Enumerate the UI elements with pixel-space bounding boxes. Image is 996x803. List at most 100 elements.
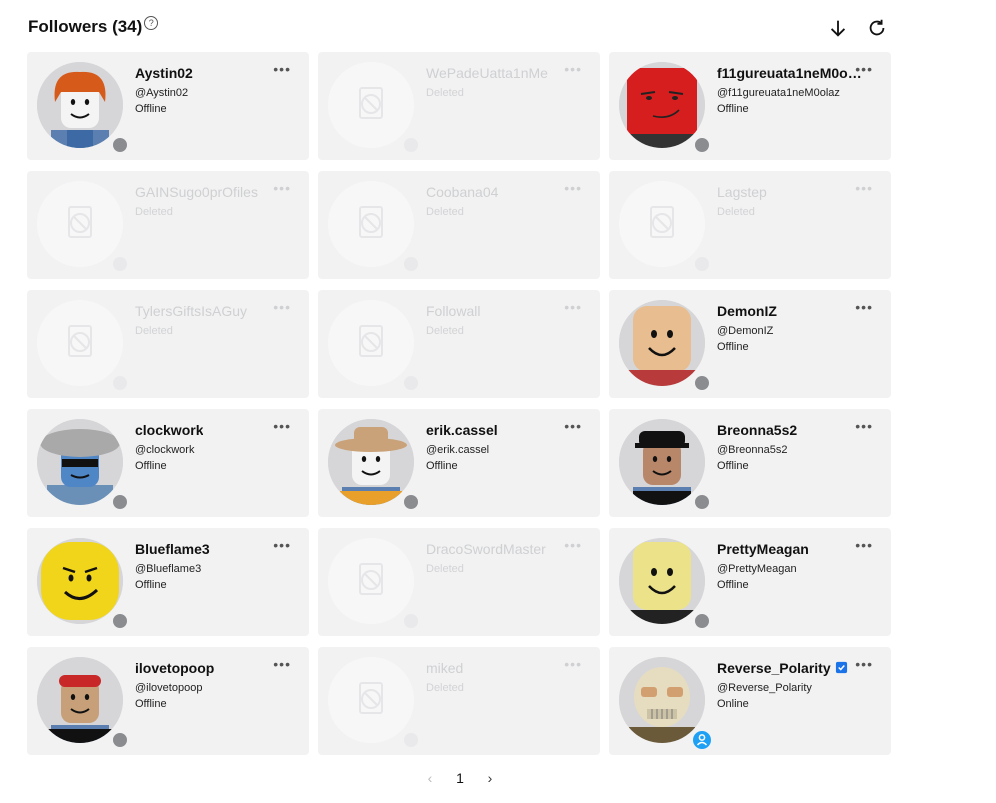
avatar[interactable] bbox=[619, 538, 705, 624]
deleted-avatar-icon[interactable] bbox=[37, 181, 123, 267]
more-options-icon[interactable]: ••• bbox=[855, 657, 873, 671]
avatar[interactable] bbox=[37, 419, 123, 505]
avatar-container bbox=[37, 419, 129, 511]
deleted-avatar-icon[interactable] bbox=[328, 181, 414, 267]
next-page-button[interactable]: › bbox=[480, 768, 500, 788]
deleted-avatar-icon[interactable] bbox=[328, 538, 414, 624]
avatar-container bbox=[328, 62, 420, 154]
followers-grid: Aystin02 @Aystin02 Offline ••• WePadeUatta1… bbox=[27, 52, 891, 755]
avatar[interactable] bbox=[619, 62, 705, 148]
avatar-container bbox=[37, 62, 129, 154]
deleted-label: Deleted bbox=[426, 206, 464, 218]
more-options-icon[interactable]: ••• bbox=[564, 538, 582, 552]
follower-display-name[interactable]: DemonIZ bbox=[717, 303, 777, 319]
follower-card[interactable]: clockwork @clockwork Offline ••• bbox=[27, 409, 309, 517]
follower-card[interactable]: Reverse_Polarity @Reverse_Polarity Online •… bbox=[609, 647, 891, 755]
follower-display-name[interactable]: Blueflame3 bbox=[135, 541, 210, 557]
deleted-avatar-icon[interactable] bbox=[328, 300, 414, 386]
follower-display-name[interactable]: Coobana04 bbox=[426, 184, 498, 200]
deleted-avatar-icon[interactable] bbox=[619, 181, 705, 267]
follower-username: @Aystin02 bbox=[135, 87, 189, 99]
follower-display-name[interactable]: miked bbox=[426, 660, 463, 676]
more-options-icon[interactable]: ••• bbox=[855, 419, 873, 433]
follower-display-name[interactable]: ilovetopoop bbox=[135, 660, 214, 676]
follower-display-name[interactable]: clockwork bbox=[135, 422, 203, 438]
deleted-label: Deleted bbox=[135, 206, 173, 218]
more-options-icon[interactable]: ••• bbox=[855, 538, 873, 552]
more-options-icon[interactable]: ••• bbox=[273, 300, 291, 314]
offline-presence-dot bbox=[693, 374, 711, 392]
follower-display-name[interactable]: Breonna5s2 bbox=[717, 422, 797, 438]
offline-presence-dot bbox=[402, 493, 420, 511]
more-options-icon[interactable]: ••• bbox=[273, 62, 291, 76]
more-options-icon[interactable]: ••• bbox=[564, 419, 582, 433]
presence-status: Offline bbox=[717, 579, 749, 591]
avatar[interactable] bbox=[328, 419, 414, 505]
sort-button[interactable] bbox=[824, 14, 852, 42]
arrow-down-icon bbox=[830, 20, 846, 37]
follower-display-name[interactable]: f11gureuata1neM0olaz bbox=[717, 65, 865, 81]
follower-card[interactable]: erik.cassel @erik.cassel Offline ••• bbox=[318, 409, 600, 517]
follower-card[interactable]: TylersGiftsIsAGuy Deleted ••• bbox=[27, 290, 309, 398]
avatar-container bbox=[37, 657, 129, 749]
deleted-avatar-icon[interactable] bbox=[37, 300, 123, 386]
help-icon[interactable]: ? bbox=[144, 16, 159, 30]
follower-card[interactable]: GAINSugo0prOfiles Deleted ••• bbox=[27, 171, 309, 279]
follower-display-name[interactable]: TylersGiftsIsAGuy bbox=[135, 303, 247, 319]
avatar[interactable] bbox=[37, 538, 123, 624]
offline-presence-dot bbox=[111, 493, 129, 511]
follower-display-name[interactable]: Followall bbox=[426, 303, 480, 319]
offline-presence-dot bbox=[402, 731, 420, 749]
avatar-container bbox=[37, 300, 129, 392]
more-options-icon[interactable]: ••• bbox=[855, 300, 873, 314]
prev-page-button[interactable]: ‹ bbox=[420, 768, 440, 788]
followers-header: Followers (34) ? bbox=[28, 14, 159, 40]
more-options-icon[interactable]: ••• bbox=[273, 538, 291, 552]
follower-card[interactable]: WePadeUatta1nMe Deleted ••• bbox=[318, 52, 600, 160]
follower-card[interactable]: Followall Deleted ••• bbox=[318, 290, 600, 398]
more-options-icon[interactable]: ••• bbox=[564, 181, 582, 195]
follower-display-name[interactable]: Reverse_Polarity bbox=[717, 660, 848, 676]
more-options-icon[interactable]: ••• bbox=[273, 419, 291, 433]
avatar[interactable] bbox=[37, 657, 123, 743]
avatar[interactable] bbox=[37, 62, 123, 148]
follower-display-name[interactable]: WePadeUatta1nMe bbox=[426, 65, 548, 81]
avatar-container bbox=[619, 419, 711, 511]
avatar-container bbox=[619, 538, 711, 630]
more-options-icon[interactable]: ••• bbox=[273, 181, 291, 195]
follower-display-name[interactable]: DracoSwordMaster bbox=[426, 541, 546, 557]
refresh-icon bbox=[869, 19, 885, 36]
deleted-avatar-icon[interactable] bbox=[328, 657, 414, 743]
more-options-icon[interactable]: ••• bbox=[564, 62, 582, 76]
follower-card[interactable]: Lagstep Deleted ••• bbox=[609, 171, 891, 279]
avatar[interactable] bbox=[619, 419, 705, 505]
follower-display-name[interactable]: Aystin02 bbox=[135, 65, 193, 81]
deleted-avatar-icon[interactable] bbox=[328, 62, 414, 148]
more-options-icon[interactable]: ••• bbox=[273, 657, 291, 671]
avatar-container bbox=[328, 300, 420, 392]
follower-display-name[interactable]: GAINSugo0prOfiles bbox=[135, 184, 258, 200]
follower-card[interactable]: DracoSwordMaster Deleted ••• bbox=[318, 528, 600, 636]
follower-card[interactable]: f11gureuata1neM0olaz @f11gureuata1neM0ola… bbox=[609, 52, 891, 160]
more-options-icon[interactable]: ••• bbox=[855, 62, 873, 76]
avatar[interactable] bbox=[619, 300, 705, 386]
current-page-number: 1 bbox=[456, 770, 464, 786]
follower-display-name[interactable]: PrettyMeagan bbox=[717, 541, 809, 557]
refresh-button[interactable] bbox=[863, 14, 891, 42]
more-options-icon[interactable]: ••• bbox=[564, 657, 582, 671]
follower-card[interactable]: PrettyMeagan @PrettyMeagan Offline ••• bbox=[609, 528, 891, 636]
more-options-icon[interactable]: ••• bbox=[564, 300, 582, 314]
follower-display-name[interactable]: erik.cassel bbox=[426, 422, 498, 438]
follower-card[interactable]: Blueflame3 @Blueflame3 Offline ••• bbox=[27, 528, 309, 636]
pagination: ‹ 1 › bbox=[420, 766, 500, 790]
follower-card[interactable]: Coobana04 Deleted ••• bbox=[318, 171, 600, 279]
follower-card[interactable]: ilovetopoop @ilovetopoop Offline ••• bbox=[27, 647, 309, 755]
more-options-icon[interactable]: ••• bbox=[855, 181, 873, 195]
follower-card[interactable]: miked Deleted ••• bbox=[318, 647, 600, 755]
follower-card[interactable]: Breonna5s2 @Breonna5s2 Offline ••• bbox=[609, 409, 891, 517]
follower-card[interactable]: DemonIZ @DemonIZ Offline ••• bbox=[609, 290, 891, 398]
follower-display-name[interactable]: Lagstep bbox=[717, 184, 767, 200]
follower-username: @erik.cassel bbox=[426, 444, 490, 456]
page-title: Followers (34) bbox=[28, 17, 143, 36]
follower-card[interactable]: Aystin02 @Aystin02 Offline ••• bbox=[27, 52, 309, 160]
